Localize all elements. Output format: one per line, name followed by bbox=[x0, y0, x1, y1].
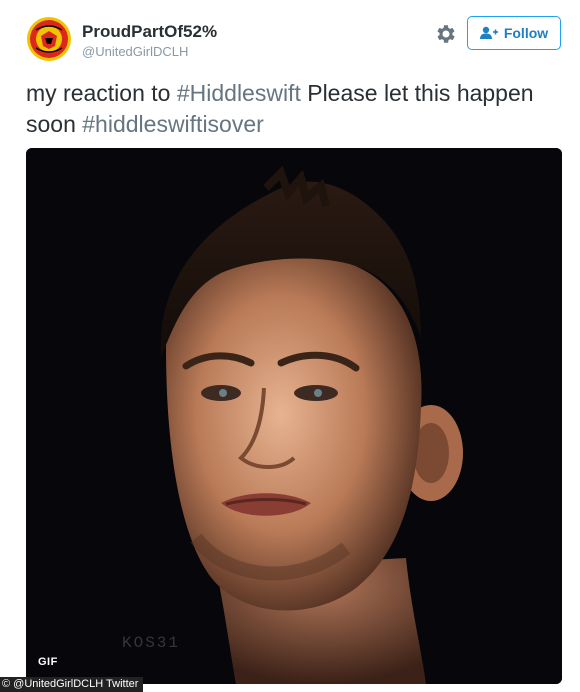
tweet-text: my reaction to #Hiddleswift Please let t… bbox=[26, 78, 566, 140]
tweet-text-start: my reaction to bbox=[26, 80, 177, 106]
display-name[interactable]: ProudPartOf52% bbox=[82, 22, 217, 42]
gif-frame-illustration bbox=[26, 148, 562, 684]
follow-label: Follow bbox=[503, 25, 549, 41]
gif-badge: GIF bbox=[38, 656, 58, 668]
gear-icon[interactable] bbox=[434, 22, 458, 46]
avatar[interactable] bbox=[26, 16, 72, 62]
user-handle[interactable]: @UnitedGirlDCLH bbox=[82, 44, 188, 59]
hashtag-link[interactable]: #Hiddleswift bbox=[177, 80, 301, 106]
tweet-media-gif[interactable]: KOS31 GIF bbox=[26, 148, 562, 684]
add-user-icon bbox=[479, 26, 498, 39]
follow-button[interactable]: Follow bbox=[467, 16, 561, 50]
club-crest-icon bbox=[27, 17, 71, 61]
gif-watermark: KOS31 bbox=[122, 634, 181, 652]
photo-credit: © @UnitedGirlDCLH Twitter bbox=[0, 677, 144, 692]
hashtag-link[interactable]: #hiddleswiftisover bbox=[82, 111, 264, 137]
